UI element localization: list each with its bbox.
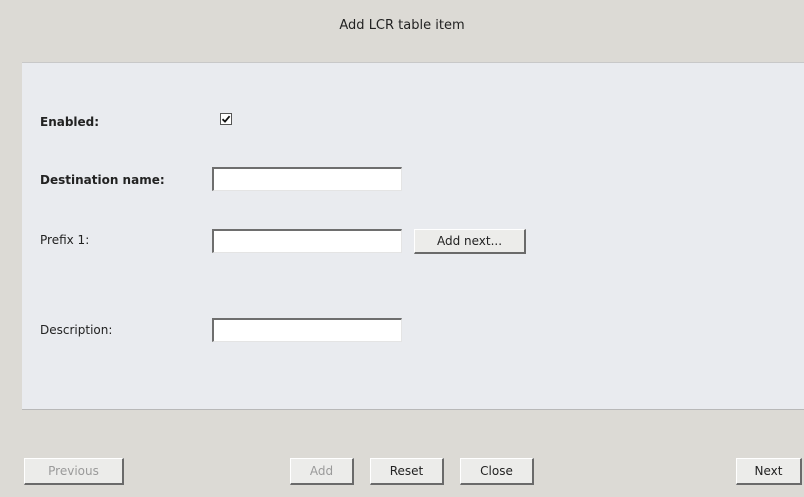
description-label: Description: [40, 323, 113, 337]
next-button[interactable]: Next [736, 458, 802, 485]
checkmark-icon [221, 115, 231, 123]
enabled-checkbox[interactable] [220, 113, 232, 125]
prefix-input[interactable] [212, 229, 402, 253]
form-panel: Enabled: Destination name: Prefix 1: Add… [22, 62, 804, 410]
reset-button[interactable]: Reset [370, 458, 444, 485]
prefix-label: Prefix 1: [40, 233, 90, 247]
dialog-title: Add LCR table item [339, 18, 465, 33]
close-button[interactable]: Close [460, 458, 534, 485]
enabled-label: Enabled: [40, 115, 100, 129]
add-button[interactable]: Add [290, 458, 354, 485]
description-input[interactable] [212, 318, 402, 342]
destination-name-label: Destination name: [40, 173, 165, 187]
destination-name-input[interactable] [212, 167, 402, 191]
add-next-prefix-button[interactable]: Add next... [414, 229, 526, 254]
previous-button[interactable]: Previous [24, 458, 124, 485]
